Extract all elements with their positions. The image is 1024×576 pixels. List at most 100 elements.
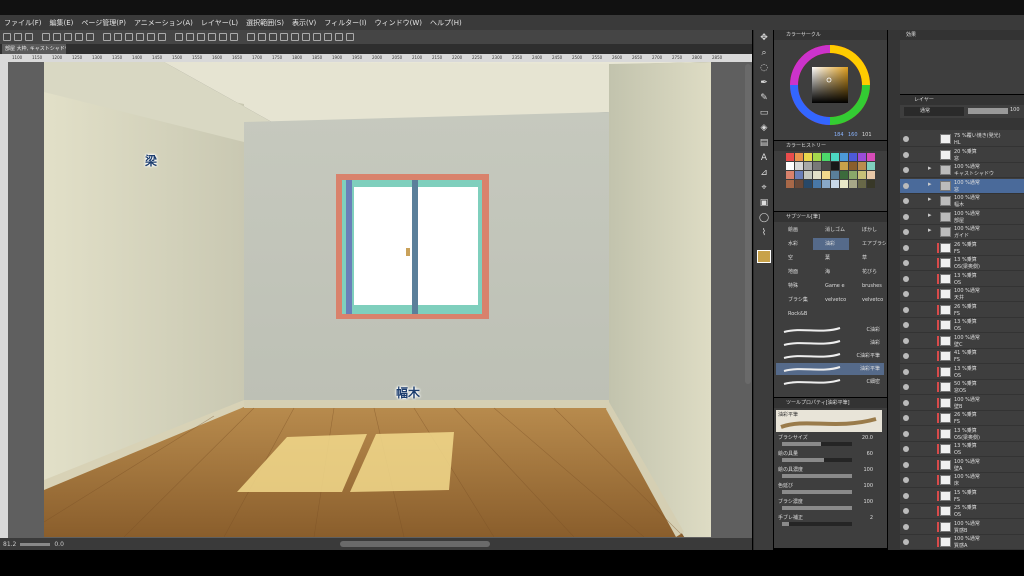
color-swatch[interactable]: [840, 171, 848, 179]
layer-row[interactable]: ▸ 100 %通常 幅木: [900, 194, 1024, 209]
layer-row[interactable]: 50 %乗算 窓OS: [900, 380, 1024, 395]
color-swatch[interactable]: [849, 162, 857, 170]
toolbar-command-icon[interactable]: [86, 33, 94, 41]
folder-toggle-icon[interactable]: ▸: [928, 196, 938, 204]
subtool-group-item[interactable]: velvetco: [813, 294, 849, 306]
color-swatch[interactable]: [795, 162, 803, 170]
lasso-tool-icon[interactable]: ◌: [757, 62, 771, 75]
eye-icon[interactable]: [903, 182, 909, 189]
color-swatch[interactable]: [849, 171, 857, 179]
property-row[interactable]: 絵の具量 60: [778, 450, 883, 465]
main-color-swatch[interactable]: [757, 250, 771, 263]
layer-row[interactable]: 100 %通常 質感A: [900, 535, 1024, 550]
toolbar-command-icon[interactable]: [197, 33, 205, 41]
menu-item[interactable]: レイヤー(L): [201, 18, 238, 28]
eye-icon[interactable]: [903, 430, 909, 437]
color-swatch[interactable]: [822, 180, 830, 188]
eye-icon[interactable]: [903, 322, 909, 328]
property-value[interactable]: 100: [863, 483, 873, 489]
property-slider[interactable]: [782, 458, 852, 462]
color-swatch[interactable]: [849, 180, 857, 188]
layer-row[interactable]: 100 %通常 壁C: [900, 334, 1024, 349]
toolbar-command-icon[interactable]: [247, 33, 255, 41]
zoom-slider[interactable]: [20, 542, 51, 546]
color-swatch[interactable]: [867, 162, 875, 170]
property-slider[interactable]: [782, 522, 852, 526]
eye-icon[interactable]: [903, 384, 909, 390]
layer-row[interactable]: ▸ 100 %通常 キャストシャドウ: [900, 163, 1024, 178]
toolbar-command-icon[interactable]: [14, 33, 22, 41]
property-value[interactable]: 100: [863, 499, 873, 505]
property-slider[interactable]: [782, 490, 852, 494]
color-swatch[interactable]: [858, 162, 866, 170]
color-swatch[interactable]: [858, 180, 866, 188]
menu-item[interactable]: 編集(E): [50, 18, 74, 28]
eye-icon[interactable]: [903, 523, 909, 530]
toolbar-command-icon[interactable]: [335, 33, 343, 41]
opacity-value[interactable]: 100: [1010, 107, 1020, 113]
menu-item[interactable]: 表示(V): [292, 18, 316, 28]
gradient-tool-icon[interactable]: ▤: [757, 137, 771, 150]
layer-row[interactable]: 100 %通常 質感B: [900, 520, 1024, 535]
color-swatch[interactable]: [867, 180, 875, 188]
eye-icon[interactable]: [903, 477, 909, 483]
toolbar-command-icon[interactable]: [136, 33, 144, 41]
toolbar-command-icon[interactable]: [324, 33, 332, 41]
eye-icon[interactable]: [903, 337, 909, 344]
folder-toggle-icon[interactable]: ▸: [928, 165, 938, 173]
eye-icon[interactable]: [903, 244, 909, 251]
layer-row[interactable]: 100 %通常 天井: [900, 287, 1024, 302]
color-swatch[interactable]: [831, 162, 839, 170]
eye-icon[interactable]: [903, 353, 909, 359]
color-swatch[interactable]: [813, 180, 821, 188]
color-swatch[interactable]: [786, 162, 794, 170]
subtool-group-item[interactable]: 葉: [813, 252, 849, 264]
zoom-tool-icon[interactable]: ⌕: [757, 47, 771, 60]
pen-tool-icon[interactable]: ✒: [757, 77, 771, 90]
color-swatch[interactable]: [822, 171, 830, 179]
layer-row[interactable]: 13 %乗算 OS: [900, 365, 1024, 380]
subtool-group-item[interactable]: Rock&B: [776, 308, 812, 320]
color-swatch[interactable]: [786, 171, 794, 179]
toolbar-command-icon[interactable]: [64, 33, 72, 41]
eye-icon[interactable]: [903, 492, 909, 499]
toolbar-command-icon[interactable]: [147, 33, 155, 41]
color-swatch[interactable]: [786, 180, 794, 188]
color-swatch[interactable]: [804, 171, 812, 179]
color-swatch[interactable]: [867, 153, 875, 161]
color-swatch[interactable]: [804, 153, 812, 161]
brush-tool-icon[interactable]: ✎: [757, 92, 771, 105]
eye-icon[interactable]: [903, 368, 909, 375]
toolbar-command-icon[interactable]: [42, 33, 50, 41]
eye-icon[interactable]: [903, 461, 909, 468]
document-tab[interactable]: 部屋 大枠, キャストシャドウ: [2, 44, 66, 54]
menu-item[interactable]: 選択範囲(S): [246, 18, 284, 28]
eye-icon[interactable]: [903, 213, 909, 220]
brush-item[interactable]: 油彩平筆: [776, 363, 884, 375]
layer-row[interactable]: ▸ 100 %通常 ガイド: [900, 225, 1024, 240]
layer-row[interactable]: 75 %覆い焼き(発光) HL: [900, 132, 1024, 147]
color-wheel[interactable]: 184 160 101: [774, 40, 887, 140]
color-history-swatches[interactable]: [774, 151, 887, 190]
layer-row[interactable]: 13 %乗算 OS(梁奥側): [900, 256, 1024, 271]
layer-row[interactable]: 20 %乗算窓: [900, 148, 1024, 163]
toolbar-command-icon[interactable]: [75, 33, 83, 41]
eye-icon[interactable]: [903, 508, 909, 514]
toolbar-command-icon[interactable]: [280, 33, 288, 41]
toolbar-command-icon[interactable]: [186, 33, 194, 41]
color-swatch[interactable]: [795, 153, 803, 161]
layer-row[interactable]: 41 %乗算 FS: [900, 349, 1024, 364]
subtool-group-item[interactable]: 花びら: [850, 266, 886, 278]
eye-icon[interactable]: [903, 151, 909, 158]
layer-row[interactable]: ▸ 100 %通常窓: [900, 178, 1024, 194]
layer-row[interactable]: ▸ 100 %通常 部屋: [900, 210, 1024, 225]
subtool-group-item[interactable]: 空: [776, 252, 812, 264]
layer-tab[interactable]: レイヤー: [900, 95, 1024, 105]
frame-tool-icon[interactable]: ▣: [757, 197, 771, 210]
eye-icon[interactable]: [903, 275, 909, 282]
property-row[interactable]: ブラシサイズ 20.0: [778, 434, 883, 449]
eyedropper-tool-icon[interactable]: ⌖: [757, 182, 771, 195]
eraser-tool-icon[interactable]: ▭: [757, 107, 771, 120]
text-tool-icon[interactable]: A: [757, 152, 771, 165]
property-row[interactable]: ブラシ濃度 100: [778, 498, 883, 513]
